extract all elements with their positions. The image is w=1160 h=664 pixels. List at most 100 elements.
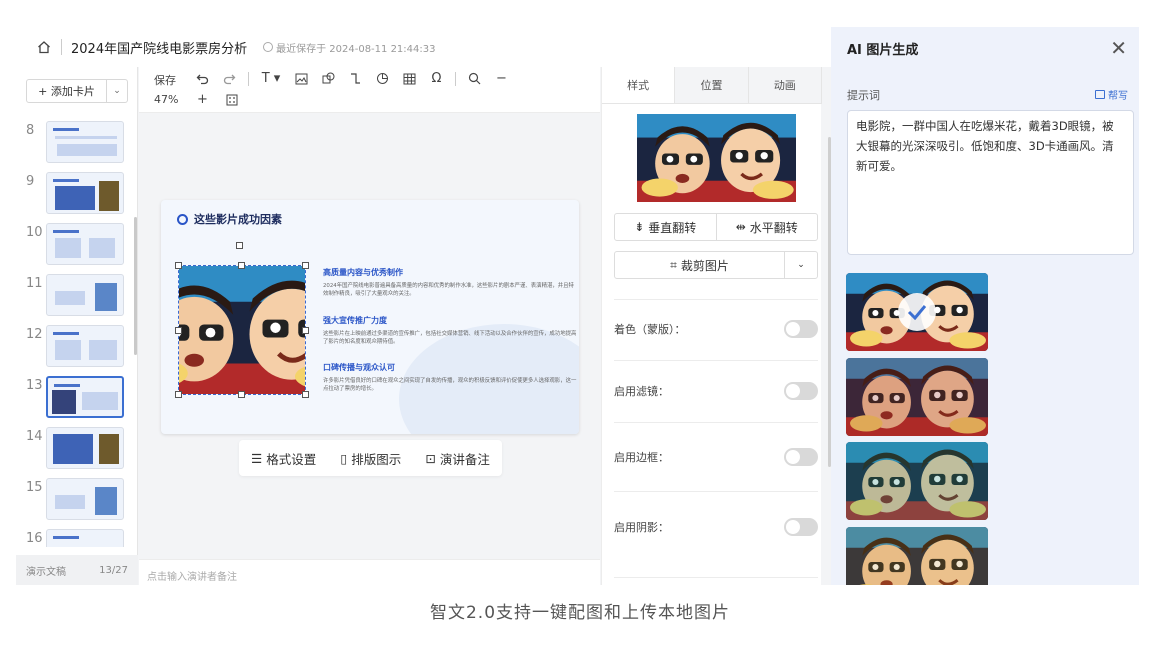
help-write-button[interactable]: 帮写 [1095, 87, 1128, 102]
slide-point[interactable]: 强大宣传推广力度 这些影片在上映前通过多渠道的宣传推广，包括社交媒体营销、线下活… [323, 315, 578, 346]
fit-screen-icon[interactable] [223, 91, 240, 108]
slide-thumb-row[interactable]: 9 [16, 172, 134, 216]
flip-vertical-icon: ⇟ [634, 220, 645, 234]
generated-image-1[interactable] [846, 273, 988, 351]
flip-horizontal-button[interactable]: ⇹ 水平翻转 [715, 214, 818, 240]
resize-handle-r[interactable] [302, 327, 309, 334]
style-panel: 样式 位置 动画 ⇟ 垂直翻转 ⇹ 水平翻转 ⌗ 裁剪图片 ⌄ 着色（蒙版）： 启用滤… [601, 67, 822, 585]
footer-label[interactable]: 演示文稿 [26, 563, 66, 578]
slide-thumb-row[interactable]: 8 [16, 121, 134, 165]
slide-thumb-row[interactable]: 15 [16, 478, 134, 522]
point-body: 这些影片在上映前通过多渠道的宣传推广，包括社交媒体营销、线下活动以及合作伙伴的宣… [323, 331, 577, 345]
slide-list-scrollbar[interactable] [134, 217, 137, 355]
divider [614, 422, 818, 423]
crop-icon: ⌗ [670, 257, 677, 272]
toolbar-divider [248, 71, 249, 86]
slide-thumbnail[interactable] [46, 529, 124, 547]
app-window: 2024年国产院线电影票房分析 最近保存于 2024-08-11 21:44:3… [16, 27, 1139, 585]
redo-icon[interactable] [221, 70, 238, 87]
home-icon[interactable] [37, 40, 51, 54]
slide-thumbnail[interactable] [46, 274, 124, 316]
generated-image-2[interactable] [846, 358, 988, 436]
slide-number: 8 [26, 123, 35, 138]
speaker-notes-button[interactable]: ⊡ 演讲备注 [425, 449, 490, 468]
slide-point[interactable]: 口碑传播与观众认可 许多影片凭借良好的口碑在观众之间实现了自发的传播，观众的积极… [323, 362, 578, 393]
top-header: 2024年国产院线电影票房分析 最近保存于 2024-08-11 21:44:3… [16, 27, 831, 67]
generated-image-4[interactable] [846, 527, 988, 585]
slide-thumb-row-active[interactable]: 13 [16, 376, 134, 420]
slide-thumbnail[interactable] [46, 427, 124, 469]
format-settings-button[interactable]: ☰ 格式设置 [251, 449, 316, 468]
layout-diagram-button[interactable]: ▯ 排版图示 [340, 449, 401, 468]
resize-handle-t[interactable] [238, 262, 245, 269]
slide-thumbnail[interactable] [46, 172, 124, 214]
circle-bullet-icon [177, 213, 188, 225]
shadow-toggle[interactable] [784, 518, 818, 536]
format-settings-label: 格式设置 [266, 451, 317, 467]
close-icon[interactable]: ✕ [1110, 38, 1127, 58]
slide-thumbnail[interactable] [46, 325, 124, 367]
toolbar-row-2: + [194, 91, 240, 108]
slide-thumbnail-active[interactable] [46, 376, 124, 418]
slide-point[interactable]: 高质量内容与优秀制作 2024年国产院线电影普遍具备高质量的内容和优秀的制作水准… [323, 267, 578, 298]
slide-number: 9 [26, 174, 35, 189]
flip-horizontal-icon: ⇹ [735, 220, 746, 234]
selected-slide-image[interactable] [178, 265, 306, 395]
add-card-label[interactable]: + 添加卡片 [27, 80, 107, 102]
slide-thumb-row[interactable]: 14 [16, 427, 134, 471]
slide-thumbnail[interactable] [46, 223, 124, 265]
crop-image-button[interactable]: ⌗ 裁剪图片 [615, 252, 785, 278]
doc-title[interactable]: 2024年国产院线电影票房分析 [71, 38, 247, 57]
slide-title[interactable]: 这些影片成功因素 [177, 211, 282, 227]
tab-style[interactable]: 样式 [602, 67, 676, 103]
zoom-in-button[interactable]: + [194, 91, 211, 108]
slide-thumbnail[interactable] [46, 121, 124, 163]
slide-thumb-row[interactable]: 12 [16, 325, 134, 369]
rotate-handle[interactable] [236, 242, 243, 249]
colorize-toggle[interactable] [784, 320, 818, 338]
resize-handle-l[interactable] [175, 327, 182, 334]
shape-icon[interactable] [320, 70, 337, 87]
resize-handle-bl[interactable] [175, 391, 182, 398]
add-card-button[interactable]: + 添加卡片 ⌄ [26, 79, 128, 103]
prompt-textarea[interactable]: 电影院，一群中国人在吃爆米花，戴着3D眼镜，被大银幕的光深深吸引。低饱和度、3D… [847, 110, 1134, 255]
chart-pie-icon[interactable] [374, 70, 391, 87]
flip-vertical-button[interactable]: ⇟ 垂直翻转 [615, 214, 716, 240]
table-icon[interactable] [401, 70, 418, 87]
connector-icon[interactable] [347, 70, 364, 87]
point-body: 2024年国产院线电影普遍具备高质量的内容和优秀的制作水准，这些影片的剧本严谨、… [323, 283, 574, 297]
search-icon[interactable] [466, 70, 483, 87]
slide-thumb-row[interactable]: 11 [16, 274, 134, 318]
resize-handle-tl[interactable] [175, 262, 182, 269]
tab-position[interactable]: 位置 [675, 67, 749, 103]
undo-icon[interactable] [194, 70, 211, 87]
tab-animation[interactable]: 动画 [748, 67, 822, 103]
crop-image-label: 裁剪图片 [680, 258, 729, 273]
slide-canvas[interactable]: 这些影片成功因素 高质量内容与优秀制作 2024年国产院线电影普遍具备高质量的内… [139, 113, 600, 559]
image-icon[interactable] [293, 70, 310, 87]
chevron-down-icon[interactable]: ⌄ [107, 80, 127, 102]
border-toggle[interactable] [784, 448, 818, 466]
slide-thumb-row[interactable]: 10 [16, 223, 134, 267]
help-write-label: 帮写 [1108, 91, 1128, 102]
slide-13[interactable]: 这些影片成功因素 高质量内容与优秀制作 2024年国产院线电影普遍具备高质量的内… [161, 200, 579, 434]
flip-vertical-label: 垂直翻转 [648, 220, 697, 235]
style-tabs: 样式 位置 动画 [602, 67, 822, 104]
filter-toggle[interactable] [784, 382, 818, 400]
zoom-out-button[interactable]: − [493, 70, 510, 87]
option-shadow: 启用阴影： [614, 517, 818, 537]
slide-counter: 13/27 [99, 564, 128, 576]
slide-thumbnail[interactable] [46, 478, 124, 520]
point-heading: 口碑传播与观众认可 [323, 363, 395, 372]
speaker-notes-input[interactable]: 点击输入演讲者备注 [139, 559, 600, 585]
text-tool-icon[interactable]: T ▾ [259, 70, 283, 87]
resize-handle-br[interactable] [302, 391, 309, 398]
symbol-icon[interactable]: Ω [428, 70, 445, 87]
chevron-down-icon[interactable]: ⌄ [785, 252, 817, 278]
slide-number: 15 [26, 480, 43, 495]
save-button[interactable]: 保存 [154, 72, 176, 88]
slide-thumb-row[interactable]: 16 [16, 529, 134, 547]
resize-handle-tr[interactable] [302, 262, 309, 269]
resize-handle-b[interactable] [238, 391, 245, 398]
generated-image-3[interactable] [846, 442, 988, 520]
